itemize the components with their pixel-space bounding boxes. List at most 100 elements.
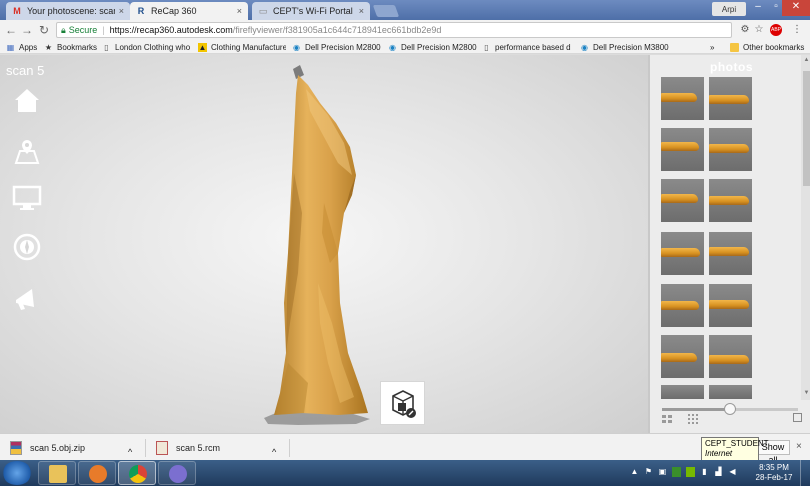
slider-knob[interactable] <box>724 403 736 415</box>
folder-icon <box>730 42 739 52</box>
reload-icon[interactable]: ↻ <box>37 23 51 37</box>
close-tab-icon[interactable]: × <box>359 6 364 16</box>
small-grid-icon[interactable] <box>662 415 672 423</box>
taskbar-explorer[interactable] <box>38 461 76 485</box>
photo-thumbnail[interactable] <box>661 284 704 327</box>
network-icon[interactable]: ▟ <box>714 467 723 477</box>
browser-toolbar: ← → ↻ 🔒︎ Secure | https://recap360.autod… <box>0 20 810 40</box>
flag-icon[interactable]: ⚑ <box>644 467 653 477</box>
bookmark-dell-m2800-b[interactable]: ◉ Dell Precision M2800 <box>388 41 478 53</box>
menu-icon[interactable]: ⋮ <box>790 23 804 37</box>
folder-icon <box>49 465 67 483</box>
photos-scrollbar[interactable]: ▲ ▼ <box>801 55 810 400</box>
tray-green-icon[interactable] <box>672 467 681 477</box>
url-separator: | <box>102 25 105 35</box>
close-downloads-icon[interactable]: × <box>796 441 802 452</box>
viewcube-icon <box>392 390 416 418</box>
show-desktop-button[interactable] <box>800 460 810 486</box>
bookmark-label: Bookmarks <box>57 42 98 52</box>
back-icon[interactable]: ← <box>4 23 18 37</box>
download-separator <box>145 439 146 457</box>
download-item-rcm[interactable]: scan 5.rcm <box>156 439 276 457</box>
apps-grid-icon: ▦ <box>6 42 15 52</box>
map-location-icon[interactable] <box>12 137 42 167</box>
forward-icon[interactable]: → <box>20 23 34 37</box>
bookmark-label: Dell Precision M2800 <box>305 42 381 52</box>
bookmark-performance[interactable]: ▯ performance based d <box>482 41 576 53</box>
monitor-icon[interactable] <box>12 183 42 213</box>
bookmark-label: London Clothing who <box>115 42 190 52</box>
scroll-up-icon[interactable]: ▲ <box>803 57 810 63</box>
bookmark-dell-m2800-a[interactable]: ◉ Dell Precision M2800 <box>292 41 382 53</box>
nvidia-icon[interactable] <box>686 467 695 477</box>
media-player-icon <box>89 465 107 483</box>
new-tab-button[interactable] <box>372 5 400 17</box>
address-bar[interactable]: 🔒︎ Secure | https://recap360.autodesk.co… <box>56 22 732 38</box>
bookmark-bookmarks[interactable]: ★ Bookmarks <box>44 41 106 53</box>
download-item-obj-zip[interactable]: scan 5.obj.zip <box>10 439 130 457</box>
photo-thumbnail[interactable] <box>661 335 704 378</box>
scan-title: scan 5 <box>6 63 45 78</box>
downloads-bar: scan 5.obj.zip ^ scan 5.rcm ^ Show all × <box>0 433 810 465</box>
chevron-up-icon[interactable]: ^ <box>128 443 132 461</box>
minimize-icon[interactable]: – <box>748 0 768 16</box>
start-button[interactable] <box>2 461 32 485</box>
single-view-icon[interactable] <box>793 413 802 422</box>
bookmark-apps[interactable]: ▦ Apps <box>6 41 42 53</box>
tab-gmail[interactable]: M Your photoscene: scan 5 × <box>6 2 130 20</box>
compass-icon[interactable] <box>12 232 42 262</box>
taskbar-media-player[interactable] <box>78 461 116 485</box>
profile-button[interactable]: Arpi <box>712 2 746 16</box>
photo-thumbnail[interactable] <box>709 335 752 378</box>
close-tab-icon[interactable]: × <box>119 6 124 16</box>
photo-thumbnail[interactable] <box>661 128 704 171</box>
tab-recap360[interactable]: R ReCap 360 × <box>130 2 248 20</box>
taskbar-clock[interactable]: 8:35 PM 28-Feb-17 <box>752 463 796 483</box>
volume-icon[interactable]: ◀ <box>728 467 737 477</box>
photo-thumbnail[interactable] <box>709 179 752 222</box>
photo-thumbnail[interactable] <box>661 179 704 222</box>
chevron-up-icon[interactable]: ^ <box>272 443 276 461</box>
viewcube-button[interactable] <box>380 381 425 425</box>
thumbnail-size-slider[interactable] <box>662 403 798 415</box>
bookmark-star-icon[interactable]: ☆ <box>752 23 766 37</box>
3d-model-mesh[interactable] <box>258 63 378 435</box>
battery-icon[interactable]: ▮ <box>700 467 709 477</box>
show-hidden-icons-icon[interactable]: ▲ <box>630 467 639 477</box>
scrollbar-thumb[interactable] <box>803 71 810 186</box>
home-icon[interactable] <box>12 85 42 115</box>
photo-thumbnail[interactable] <box>661 232 704 275</box>
bookmark-dell-m3800[interactable]: ◉ Dell Precision M3800 <box>580 41 672 53</box>
bookmarks-overflow[interactable]: » <box>710 41 720 53</box>
photo-thumbnail[interactable] <box>709 284 752 327</box>
scroll-down-icon[interactable]: ▼ <box>803 390 810 396</box>
other-bookmarks[interactable]: Other bookmarks <box>730 41 810 53</box>
photo-thumbnail[interactable] <box>709 128 752 171</box>
megaphone-icon[interactable] <box>12 283 42 313</box>
bookmark-london-clothing[interactable]: ▯ London Clothing who <box>102 41 190 53</box>
photo-thumbnail[interactable] <box>709 385 752 399</box>
bookmarks-bar: ▦ Apps ★ Bookmarks ▯ London Clothing who… <box>0 40 810 54</box>
large-grid-icon[interactable] <box>688 414 698 424</box>
star-icon: ★ <box>44 42 53 52</box>
bookmark-clothing-manufacture[interactable]: ▲ Clothing Manufacture <box>198 41 286 53</box>
tray-app-icon[interactable]: ▣ <box>658 467 667 477</box>
photo-thumbnail[interactable] <box>661 385 704 399</box>
adblock-icon[interactable]: ABP <box>770 24 782 36</box>
model-viewer[interactable]: scan 5 <box>0 55 648 433</box>
tab-title: ReCap 360 <box>151 6 197 16</box>
translate-icon[interactable]: ⚙ <box>738 23 752 37</box>
chrome-icon <box>129 465 147 483</box>
dell-icon: ◉ <box>581 42 588 52</box>
taskbar-chrome[interactable] <box>118 461 156 485</box>
tab-cept-portal[interactable]: ▭ CEPT's Wi-Fi Portal × <box>252 2 370 20</box>
window-close-icon[interactable]: ✕ <box>782 0 810 16</box>
browser-tab-strip: M Your photoscene: scan 5 × R ReCap 360 … <box>0 0 810 20</box>
photo-thumbnail[interactable] <box>661 77 704 120</box>
secure-label: Secure <box>68 25 98 35</box>
close-tab-icon[interactable]: × <box>237 6 242 16</box>
slider-fill <box>662 408 730 411</box>
photo-thumbnail[interactable] <box>709 232 752 275</box>
photo-thumbnail[interactable] <box>709 77 752 120</box>
taskbar-app[interactable] <box>158 461 196 485</box>
